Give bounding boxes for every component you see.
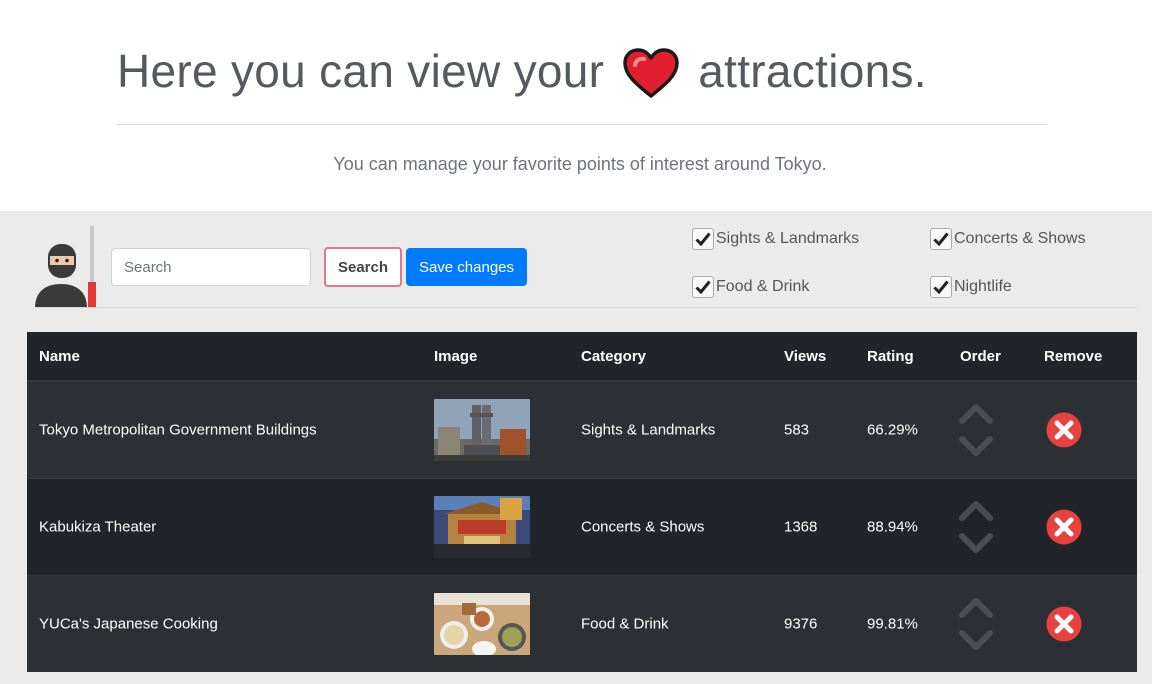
hero-section: Here you can view your attractions. You … [0, 0, 1152, 211]
table-row: Kabukiza Theater Concerts & Shows 1368 8… [27, 478, 1137, 575]
heart-icon [622, 47, 680, 99]
filter-sights-landmarks[interactable]: Sights & Landmarks [692, 228, 859, 250]
checkbox-checked-icon[interactable] [930, 228, 952, 250]
chevron-down-icon[interactable] [959, 629, 993, 655]
page-title: Here you can view your attractions. [117, 44, 927, 98]
filter-nightlife[interactable]: Nightlife [930, 276, 1012, 298]
chevron-down-icon[interactable] [959, 435, 993, 461]
remove-icon[interactable] [1046, 509, 1082, 545]
toolbar-divider [35, 307, 1137, 308]
title-text-after: attractions. [698, 45, 927, 97]
attraction-views: 583 [784, 421, 810, 439]
attraction-category: Food & Drink [581, 615, 669, 633]
header-category: Category [581, 348, 647, 365]
checkbox-checked-icon[interactable] [930, 276, 952, 298]
checkbox-checked-icon[interactable] [692, 228, 714, 250]
attractions-table: Name Image Category Views Rating Order R… [27, 332, 1137, 672]
header-name: Name [39, 348, 80, 365]
title-text-before: Here you can view your [117, 45, 605, 97]
order-controls [959, 496, 993, 558]
search-button[interactable]: Search [324, 247, 402, 287]
header-order: Order [960, 348, 1001, 365]
attraction-category: Concerts & Shows [581, 518, 705, 536]
attraction-rating: 88.94% [867, 518, 918, 536]
chevron-up-icon[interactable] [959, 593, 993, 619]
chevron-down-icon[interactable] [959, 532, 993, 558]
attraction-rating: 99.81% [867, 615, 918, 633]
page-subtitle: You can manage your favorite points of i… [333, 154, 827, 174]
filter-label: Concerts & Shows [954, 230, 1086, 247]
ninja-avatar-icon [33, 226, 101, 308]
food-photo [434, 593, 530, 655]
theater-photo [434, 496, 530, 558]
filter-concerts-shows[interactable]: Concerts & Shows [930, 228, 1086, 250]
header-rating: Rating [867, 348, 914, 365]
header-remove: Remove [1044, 348, 1103, 365]
order-controls [959, 593, 993, 655]
table-header: Name Image Category Views Rating Order R… [27, 332, 1137, 381]
chevron-up-icon[interactable] [959, 496, 993, 522]
filter-label: Sights & Landmarks [716, 230, 860, 247]
remove-icon[interactable] [1046, 606, 1082, 642]
hero-divider [117, 124, 1047, 125]
table-row: Tokyo Metropolitan Government Buildings … [27, 381, 1137, 478]
header-image: Image [434, 348, 478, 365]
filter-label: Food & Drink [716, 278, 810, 295]
skyscraper-photo [434, 399, 530, 461]
attraction-rating: 66.29% [867, 421, 918, 439]
attraction-name[interactable]: Kabukiza Theater [39, 519, 156, 536]
chevron-up-icon[interactable] [959, 399, 993, 425]
filter-label: Nightlife [954, 278, 1012, 295]
table-row: YUCa's Japanese Cooking Food & Drink 937… [27, 575, 1137, 672]
search-input[interactable] [111, 248, 311, 286]
attraction-name[interactable]: Tokyo Metropolitan Government Buildings [39, 422, 317, 439]
order-controls [959, 399, 993, 461]
header-views: Views [784, 348, 827, 365]
attraction-views: 9376 [784, 615, 818, 633]
checkbox-checked-icon[interactable] [692, 276, 714, 298]
attraction-category: Sights & Landmarks [581, 421, 716, 439]
attraction-name[interactable]: YUCa's Japanese Cooking [39, 616, 218, 633]
save-changes-button[interactable]: Save changes [406, 248, 527, 286]
filter-food-drink[interactable]: Food & Drink [692, 276, 809, 298]
attraction-views: 1368 [784, 518, 818, 536]
remove-icon[interactable] [1046, 412, 1082, 448]
